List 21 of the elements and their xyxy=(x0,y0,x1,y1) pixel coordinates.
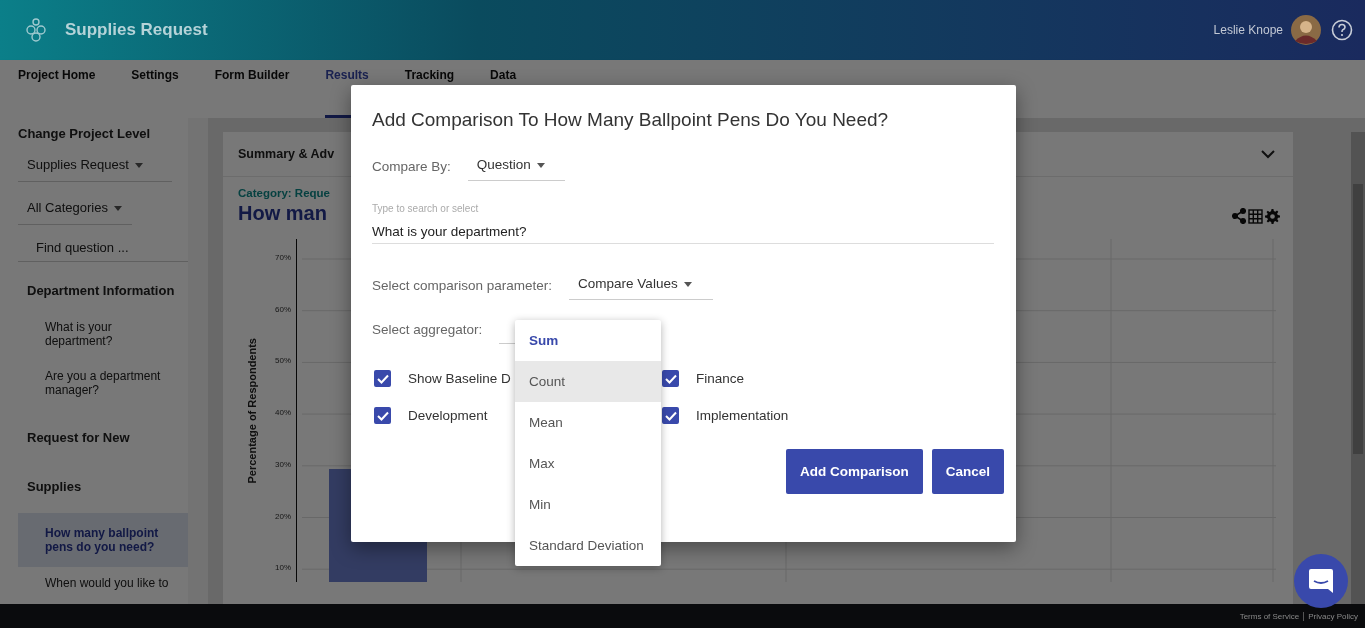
tick-label: 50% xyxy=(275,356,291,366)
tick-label: 10% xyxy=(275,563,291,573)
category-label: Category: Reque xyxy=(238,187,331,199)
tick-label: 70% xyxy=(275,253,291,262)
axis-title: Percentage of Respondents xyxy=(246,337,258,484)
checkbox-label: Implementation xyxy=(696,408,789,423)
field-label: Compare By: xyxy=(372,158,451,174)
tick-label: 20% xyxy=(275,511,291,521)
field-hint: Type to search or select xyxy=(372,203,479,214)
checkbox-label: Finance xyxy=(696,371,745,386)
tick-label: 40% xyxy=(275,408,291,418)
sidebar-heading: Change Project Level xyxy=(18,126,152,141)
field-label: Select comparison parameter: xyxy=(372,277,553,293)
field-label: Select aggregator: xyxy=(372,321,483,337)
dialog-title: Add Comparison To How Many Ballpoint Pens Do You Need? xyxy=(372,109,890,131)
question-title: How man xyxy=(238,202,328,225)
checkbox-label: Development xyxy=(408,408,488,423)
checkbox-label: Show Baseline D xyxy=(408,371,511,386)
tick-label: 60% xyxy=(275,304,291,314)
tick-label: 30% xyxy=(275,459,291,469)
app-title: Supplies Request xyxy=(65,20,208,40)
